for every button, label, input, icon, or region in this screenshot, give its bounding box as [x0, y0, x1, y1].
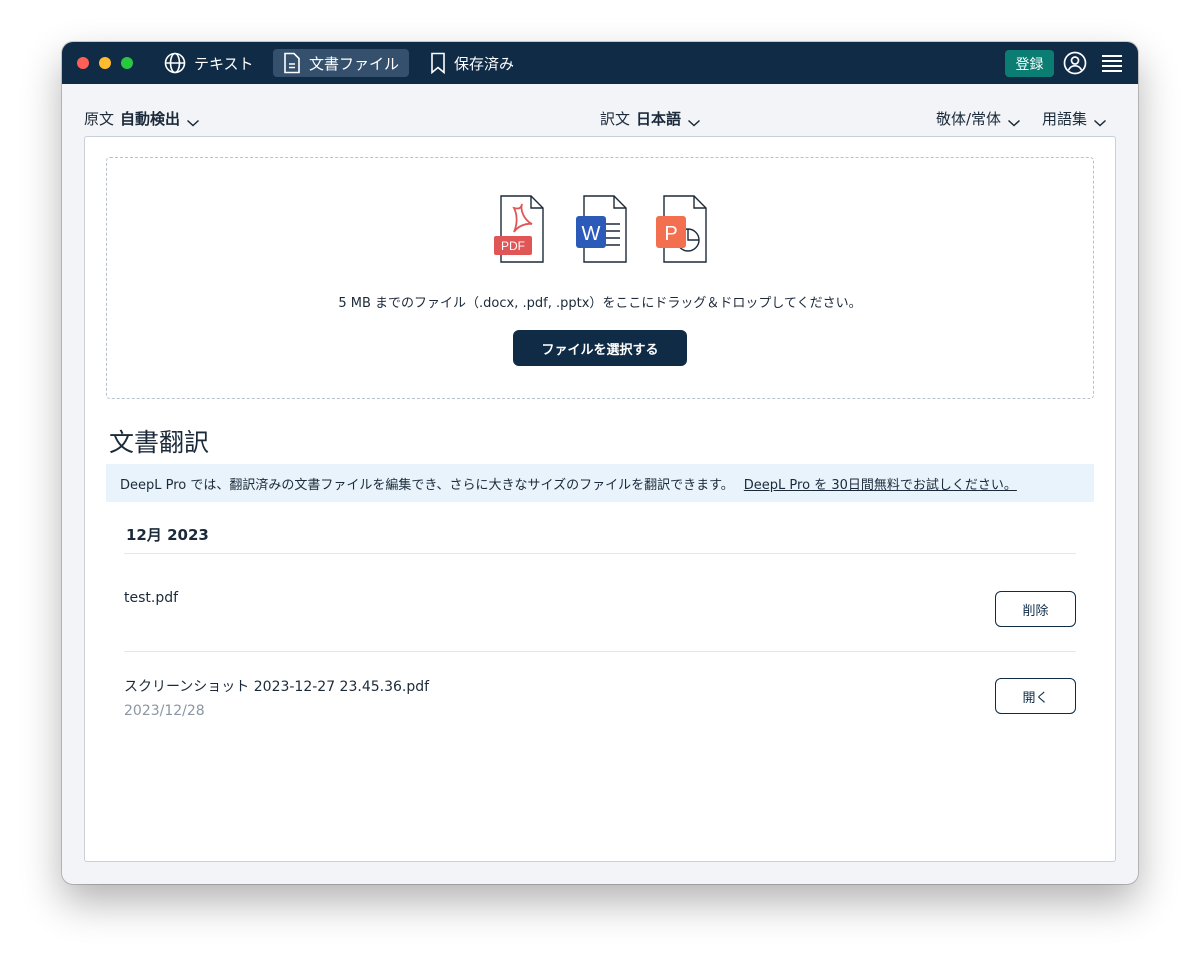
formality-selector[interactable]: 敬体/常体: [936, 108, 1021, 129]
powerpoint-file-icon: P: [648, 194, 710, 264]
word-file-icon: W: [568, 194, 630, 264]
drop-hint-text: 5 MB までのファイル（.docx, .pdf, .pptx）をここにドラッグ…: [338, 296, 862, 311]
tab-saved[interactable]: 保存済み: [420, 49, 524, 77]
signup-button[interactable]: 登録: [1005, 50, 1054, 77]
source-language-value[interactable]: 自動検出: [120, 108, 180, 129]
tab-text-label: テキスト: [194, 54, 254, 73]
chevron-down-icon[interactable]: [186, 114, 200, 127]
promo-trial-link[interactable]: DeepL Pro を 30日間無料でお試しください。: [744, 474, 1017, 493]
pdf-file-icon: PDF: [490, 194, 552, 264]
file-name: test.pdf: [124, 590, 179, 606]
target-language-selector[interactable]: 訳文 日本語: [600, 108, 701, 129]
file-date: 2023/12/28: [124, 703, 205, 719]
target-language-label: 訳文: [600, 110, 631, 128]
history-month-header: 12月 2023: [126, 526, 209, 544]
source-language-selector[interactable]: 原文 自動検出: [84, 108, 200, 129]
hamburger-menu-icon[interactable]: [1101, 54, 1123, 72]
title-bar: テキスト 文書ファイル 保存済み 登録: [62, 42, 1138, 84]
app-window: テキスト 文書ファイル 保存済み 登録 原文 自動検出 訳文 日本語 敬体/常体…: [62, 42, 1138, 884]
pdf-icon-label: PDF: [501, 239, 525, 253]
document-panel: PDF W P 5 MB までのファイル（.docx, .pdf, .pptx）…: [84, 136, 1116, 862]
select-file-button[interactable]: ファイルを選択する: [513, 330, 687, 366]
page-title: 文書翻訳: [109, 428, 210, 457]
glossary-selector[interactable]: 用語集: [1042, 108, 1107, 129]
divider: [124, 651, 1076, 652]
bookmark-icon: [430, 52, 446, 74]
delete-file-button[interactable]: 削除: [995, 591, 1076, 627]
zoom-window-button[interactable]: [121, 57, 133, 69]
divider: [124, 553, 1076, 554]
tab-documents-label: 文書ファイル: [309, 54, 400, 73]
powerpoint-icon-label: P: [664, 223, 677, 245]
open-file-button[interactable]: 開く: [995, 678, 1076, 714]
globe-icon: [164, 52, 186, 74]
file-name: スクリーンショット 2023-12-27 23.45.36.pdf: [124, 679, 430, 695]
close-window-button[interactable]: [77, 57, 89, 69]
chevron-down-icon[interactable]: [1007, 114, 1021, 127]
file-drop-zone[interactable]: PDF W P 5 MB までのファイル（.docx, .pdf, .pptx）…: [106, 157, 1094, 399]
account-icon[interactable]: [1063, 51, 1087, 75]
formality-label[interactable]: 敬体/常体: [936, 108, 1001, 129]
minimize-window-button[interactable]: [99, 57, 111, 69]
pro-promo-banner: DeepL Pro では、翻訳済みの文書ファイルを編集でき、さらに大きなサイズの…: [106, 464, 1094, 502]
file-type-icons: PDF W P: [107, 194, 1093, 266]
document-icon: [283, 52, 301, 74]
tab-saved-label: 保存済み: [454, 54, 515, 73]
chevron-down-icon[interactable]: [1093, 114, 1107, 127]
promo-text: DeepL Pro では、翻訳済みの文書ファイルを編集でき、さらに大きなサイズの…: [120, 477, 734, 493]
chevron-down-icon[interactable]: [687, 114, 701, 127]
word-icon-label: W: [582, 223, 601, 245]
glossary-label[interactable]: 用語集: [1042, 108, 1087, 129]
target-language-value[interactable]: 日本語: [636, 108, 681, 129]
tab-text[interactable]: テキスト: [154, 49, 264, 77]
source-language-label: 原文: [84, 110, 115, 128]
tab-documents[interactable]: 文書ファイル: [273, 49, 410, 77]
